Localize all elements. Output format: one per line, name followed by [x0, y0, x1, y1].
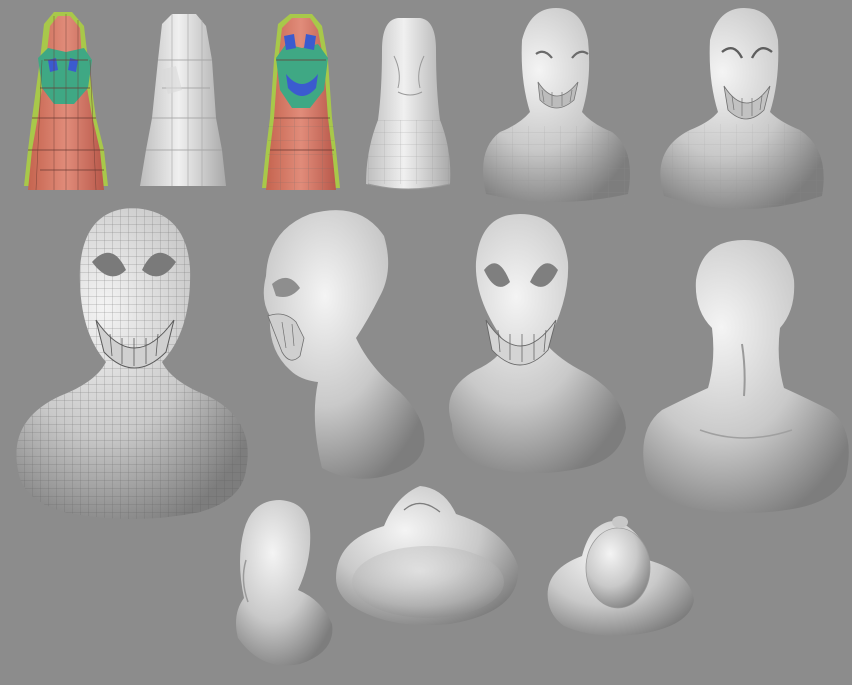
side-view-sculpt: [263, 210, 425, 479]
three-quarter-back-view: [236, 500, 333, 666]
bottom-view: [336, 486, 519, 626]
smoothed-blockout: [366, 18, 451, 190]
wireframe-bust: [16, 208, 248, 519]
gray-blockout: [140, 14, 226, 186]
bust-with-shoulders: [482, 8, 630, 206]
colored-face-blockout: [262, 14, 340, 190]
sculpt-progression-image: [0, 0, 852, 685]
top-view: [547, 516, 694, 636]
models-canvas: [16, 8, 849, 666]
colored-blockout: [24, 12, 108, 191]
front-view-sculpt: [449, 214, 626, 474]
smoothed-bust: [660, 8, 824, 216]
back-view-sculpt: [643, 240, 849, 513]
